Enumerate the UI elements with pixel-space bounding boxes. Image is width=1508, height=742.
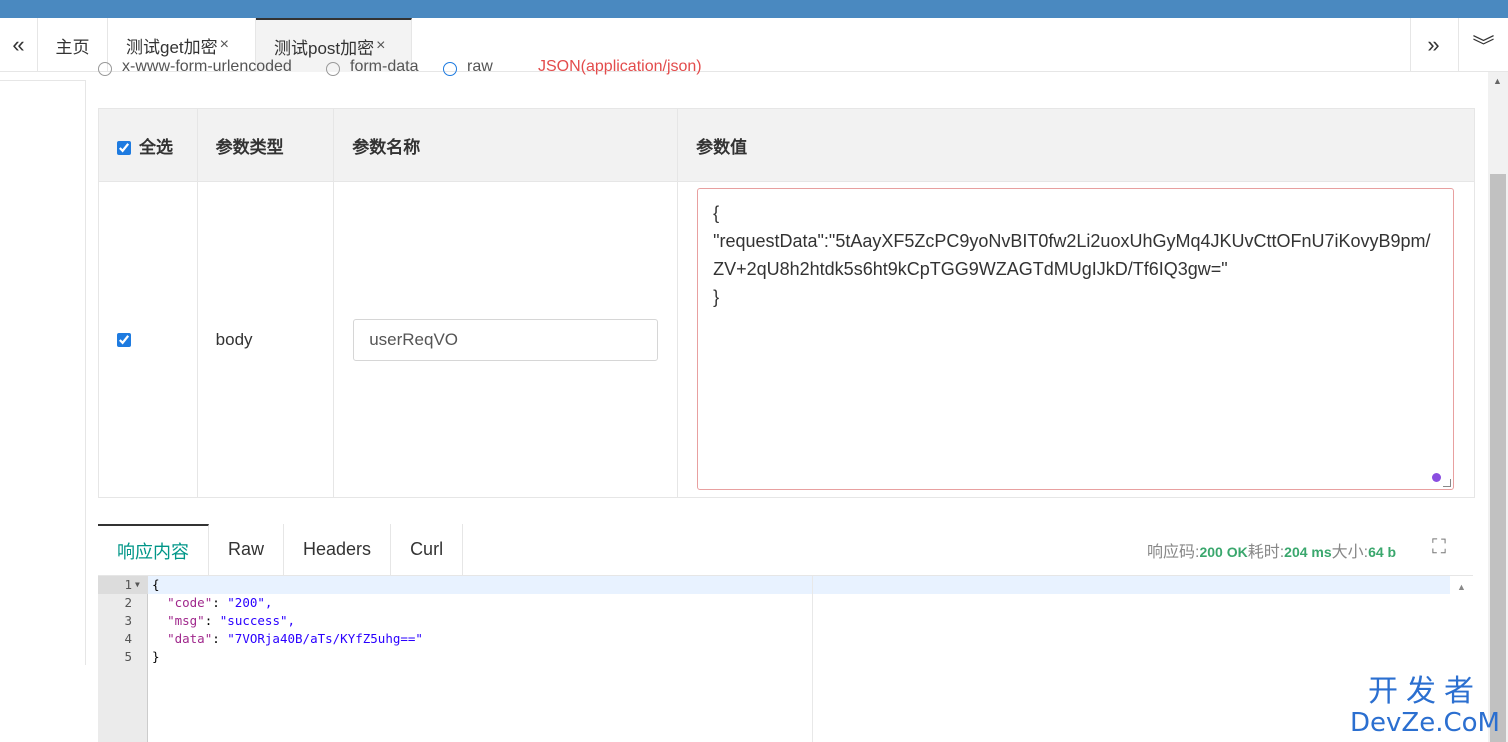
radio-form-data[interactable] — [326, 62, 340, 76]
response-tabs: 响应内容 Raw Headers Curl — [98, 524, 464, 575]
scroll-up-icon[interactable]: ▲ — [1493, 76, 1502, 86]
code-line: { — [152, 577, 160, 592]
radio-raw[interactable] — [443, 62, 457, 76]
fullscreen-icon[interactable]: ⛶ — [1428, 536, 1450, 558]
radio-urlencoded-label: x-www-form-urlencoded — [122, 58, 292, 75]
page-scrollbar[interactable]: ▲ — [1488, 72, 1508, 742]
status-code-label: 响应码: — [1147, 544, 1200, 561]
raw-format-select[interactable]: JSON(application/json) — [538, 58, 702, 76]
table-row: body { "requestData":"5tAayXF5ZcPC9yoNvB… — [98, 181, 1475, 498]
tab-headers[interactable]: Headers — [284, 524, 392, 575]
code-line: "msg": "success", — [167, 613, 296, 628]
tab-response-content[interactable]: 响应内容 — [98, 524, 209, 575]
line-number: 2 — [124, 595, 132, 610]
time-value: 204 ms — [1284, 544, 1332, 560]
fold-arrow-icon[interactable]: ▼ — [135, 576, 140, 594]
scrollbar-thumb[interactable] — [1490, 174, 1506, 742]
tab-label: 测试post加密 — [274, 38, 375, 58]
code-line: } — [152, 649, 160, 664]
line-number: 1 — [98, 576, 148, 594]
param-value-header: 参数值 — [677, 108, 1475, 182]
code-line: "code": "200", — [167, 595, 273, 610]
json-key: "code" — [167, 595, 213, 610]
code-line: "data": "7VORja40B/aTs/KYfZ5uhg==" — [167, 631, 423, 646]
param-value-cell: { "requestData":"5tAayXF5ZcPC9yoNvBIT0fw… — [677, 181, 1475, 498]
param-name-input[interactable] — [353, 318, 659, 361]
response-code-editor[interactable]: 1 ▼ 2 3 4 5 { "code": "200", "msg": "suc… — [98, 576, 1450, 742]
param-type-header: 参数类型 — [196, 108, 335, 182]
radio-urlencoded[interactable] — [98, 62, 112, 76]
line-number: 3 — [124, 613, 132, 628]
left-panel — [0, 80, 86, 665]
status-code-value: 200 OK — [1199, 544, 1248, 560]
params-table: 全选 参数类型 参数名称 参数值 body { "requestData":"5… — [98, 108, 1475, 498]
site-watermark-logo: 开发者 DevZe.CoM — [1350, 674, 1500, 739]
json-key: "data" — [167, 631, 213, 646]
select-all-header: 全选 — [98, 108, 198, 182]
tab-menu-button[interactable]: ︾ — [1458, 18, 1508, 72]
json-key: "msg" — [167, 613, 205, 628]
param-name-header: 参数名称 — [333, 108, 679, 182]
radio-raw-label: raw — [467, 58, 493, 75]
close-icon[interactable]: × — [220, 36, 229, 54]
body-type-options: x-www-form-urlencoded form-data raw JSON… — [98, 58, 798, 80]
table-header-row: 全选 参数类型 参数名称 参数值 — [98, 108, 1475, 182]
tab-scroll-left-button[interactable]: « — [0, 18, 38, 72]
param-type-cell: body — [196, 181, 335, 498]
grammarly-dot-icon[interactable] — [1432, 473, 1442, 482]
line-number: 4 — [124, 631, 132, 646]
print-margin — [812, 576, 813, 742]
line-number-gutter: 1 ▼ 2 3 4 5 — [98, 576, 148, 742]
select-all-label: 全选 — [139, 137, 173, 157]
line-number: 5 — [124, 649, 132, 664]
json-value: "success", — [219, 613, 296, 628]
radio-form-data-label: form-data — [350, 58, 419, 75]
close-icon[interactable]: × — [376, 37, 385, 55]
tab-raw[interactable]: Raw — [209, 524, 285, 575]
json-value: "7VORja40B/aTs/KYfZ5uhg==" — [227, 631, 423, 646]
tab-scroll-right-button[interactable]: » — [1410, 18, 1456, 72]
tab-label: 测试get加密 — [126, 37, 218, 57]
resize-grip-icon[interactable] — [1443, 479, 1452, 487]
scroll-up-icon[interactable]: ▲ — [1457, 582, 1466, 592]
param-value-text: { "requestData":"5tAayXF5ZcPC9yoNvBIT0fw… — [713, 203, 1431, 307]
json-value: "200", — [227, 595, 273, 610]
row-checkbox[interactable] — [117, 333, 131, 348]
size-label: 大小: — [1331, 544, 1369, 561]
param-value-textarea[interactable]: { "requestData":"5tAayXF5ZcPC9yoNvBIT0fw… — [697, 188, 1455, 490]
select-all-checkbox[interactable] — [117, 141, 131, 156]
top-color-bar — [0, 0, 1508, 18]
watermark-en: DevZe.CoM — [1350, 708, 1500, 738]
tab-label: 主页 — [55, 37, 90, 57]
time-label: 耗时: — [1247, 544, 1285, 561]
active-line-highlight — [148, 576, 1450, 594]
response-status: 响应码:200 OK耗时:204 ms大小:64 b — [1147, 538, 1396, 562]
tab-curl[interactable]: Curl — [391, 524, 464, 575]
row-checkbox-cell — [98, 181, 198, 498]
size-value: 64 b — [1368, 544, 1397, 560]
param-name-cell — [333, 181, 679, 498]
watermark-cn: 开发者 — [1368, 674, 1482, 709]
